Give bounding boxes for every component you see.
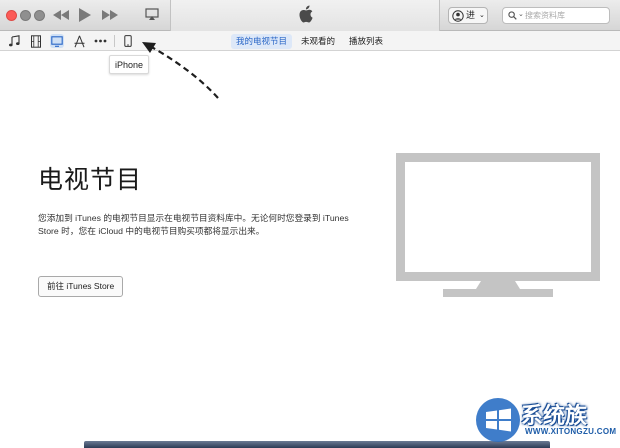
search-field[interactable]: ⌄ — [502, 7, 610, 24]
status-display — [170, 0, 440, 31]
page-description: 您添加到 iTunes 的电视节目显示在电视节目资料库中。无论何时您登录到 iT… — [38, 213, 349, 236]
search-icon — [508, 11, 517, 20]
rewind-icon — [53, 10, 69, 20]
play-button[interactable] — [77, 7, 93, 23]
apps-button[interactable] — [72, 34, 86, 48]
minimize-window-button[interactable] — [20, 10, 31, 21]
device-tooltip: iPhone — [109, 55, 150, 74]
close-window-button[interactable] — [6, 10, 17, 21]
watermark-url: WWW.XITONGZU.COM — [525, 427, 617, 436]
tab-my-tv-shows[interactable]: 我的电视节目 — [231, 34, 293, 49]
movies-button[interactable] — [29, 34, 43, 48]
toolbar-divider — [114, 35, 115, 47]
chevron-down-icon: ⌄ — [479, 12, 485, 19]
page-title: 电视节目 — [38, 166, 143, 194]
more-button[interactable] — [93, 34, 107, 48]
iphone-icon — [124, 35, 132, 47]
tv-shows-button[interactable] — [50, 34, 64, 48]
music-button[interactable] — [7, 34, 21, 48]
search-options-chevron-icon[interactable]: ⌄ — [518, 10, 524, 18]
go-to-itunes-store-button[interactable]: 前往 iTunes Store — [38, 276, 124, 297]
more-icon — [94, 39, 106, 43]
main-content: 电视节目 您添加到 iTunes 的电视节目显示在电视节目资料库中。无论何时您登… — [0, 52, 620, 448]
play-icon — [79, 8, 91, 22]
account-button[interactable]: 进 ⌄ — [448, 7, 488, 24]
media-toolbar: 我的电视节目 未观看的 播放列表 — [0, 31, 620, 51]
film-icon — [31, 34, 41, 48]
app-store-icon — [74, 35, 84, 47]
rewind-button[interactable] — [52, 7, 70, 23]
apple-logo-icon — [299, 5, 313, 23]
tv-illustration-icon — [396, 153, 600, 297]
airplay-button[interactable] — [145, 8, 159, 24]
tv-icon — [51, 35, 63, 47]
zoom-window-button[interactable] — [34, 10, 45, 21]
fast-forward-button[interactable] — [101, 7, 119, 23]
tab-playlists[interactable]: 播放列表 — [344, 34, 388, 49]
title-bar: 进 ⌄ ⌄ — [0, 0, 620, 31]
watermark-title: 系统族 — [521, 403, 588, 428]
fast-forward-icon — [102, 10, 118, 20]
airplay-icon — [145, 8, 159, 20]
iphone-device-button[interactable] — [121, 34, 135, 48]
music-icon — [9, 35, 20, 47]
search-input[interactable] — [525, 9, 607, 22]
user-icon — [452, 10, 464, 22]
tab-unwatched[interactable]: 未观看的 — [296, 34, 340, 49]
account-label: 进 — [466, 10, 476, 20]
